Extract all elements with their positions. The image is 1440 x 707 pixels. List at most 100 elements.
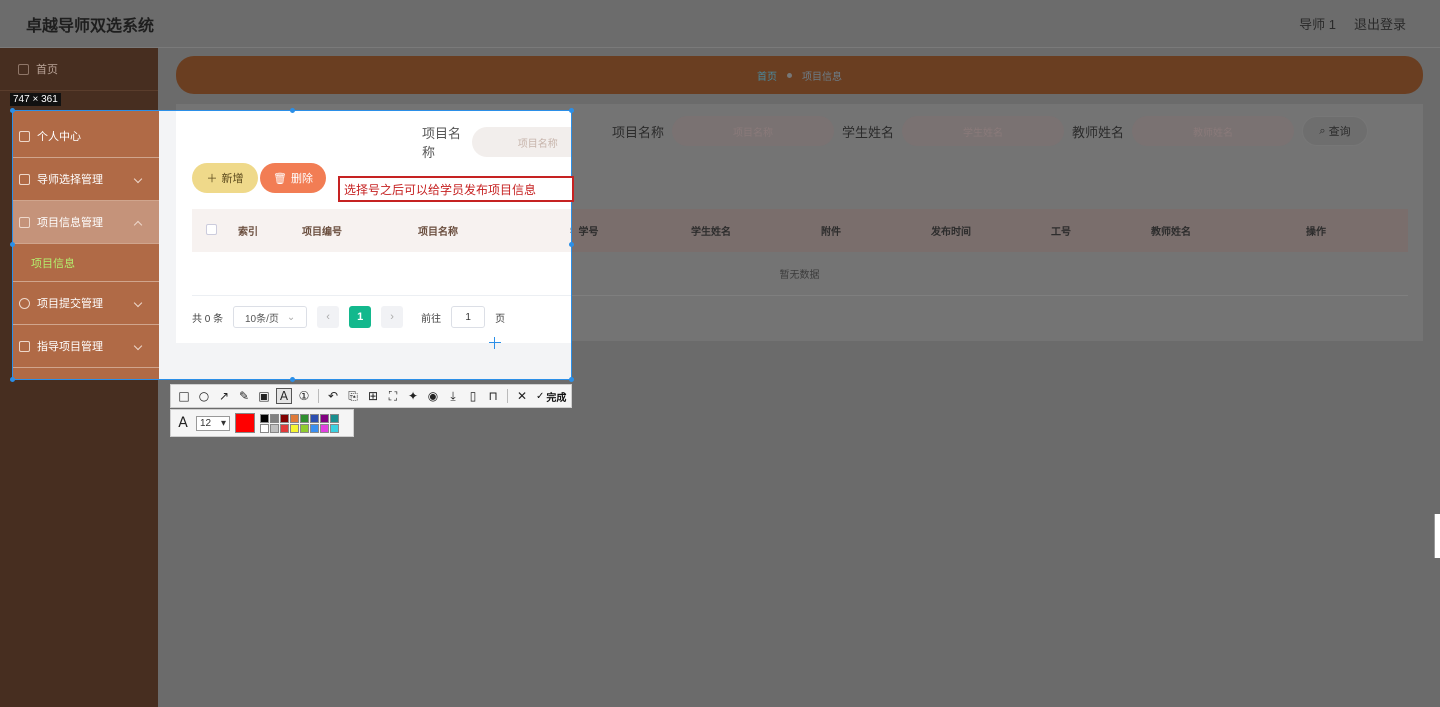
mail-icon <box>19 173 30 185</box>
translate-icon[interactable]: ⊞ <box>365 388 381 404</box>
resize-handle-n[interactable] <box>290 108 295 113</box>
arrow-tool-icon[interactable]: ↗ <box>216 388 232 404</box>
font-size-select[interactable]: 12 ▾ <box>196 415 230 431</box>
color-swatch[interactable] <box>310 423 319 433</box>
column-header-staff-no[interactable]: 工号 <box>1011 223 1111 238</box>
color-swatch[interactable] <box>290 423 299 433</box>
phone-icon[interactable]: ▯ <box>465 388 481 404</box>
pin-icon[interactable]: ✦ <box>405 388 421 404</box>
column-header-publish-time[interactable]: 发布时间 <box>891 223 1011 238</box>
resize-handle-w[interactable] <box>10 242 15 247</box>
breadcrumb-separator-icon <box>787 72 792 78</box>
check-icon: ✓ <box>536 390 545 402</box>
column-header-student-name[interactable]: 学生姓名 <box>651 223 771 238</box>
text-tool-icon[interactable]: A <box>276 388 292 404</box>
user-name[interactable]: 导师 1 <box>1299 14 1336 33</box>
scrollbar-thumb[interactable] <box>1434 514 1440 558</box>
prev-page-button[interactable]: ‹ <box>317 306 340 328</box>
sidebar-item-mentor-selection[interactable]: 导师选择管理 <box>13 158 159 201</box>
delete-button[interactable]: 🗑 删除 <box>260 163 326 193</box>
sidebar-item-project-submission[interactable]: 项目提交管理 <box>13 282 159 325</box>
resize-handle-se[interactable] <box>569 377 574 382</box>
breadcrumb-current: 项目信息 <box>802 71 842 83</box>
color-swatch[interactable] <box>310 413 319 423</box>
toolbar-divider <box>318 389 319 403</box>
font-size-value: 12 <box>200 417 212 429</box>
ocr-icon[interactable]: ⎘ <box>345 388 361 404</box>
resize-handle-ne[interactable] <box>569 108 574 113</box>
column-header-teacher-name[interactable]: 教师姓名 <box>1111 223 1231 238</box>
color-swatch[interactable] <box>280 413 289 423</box>
column-header-project-no[interactable]: 项目编号 <box>266 223 378 238</box>
breadcrumb-home[interactable]: 首页 <box>757 68 777 83</box>
add-button[interactable]: ＋ 新增 <box>192 163 258 193</box>
add-button-label: 新增 <box>221 173 244 185</box>
resize-handle-nw[interactable] <box>10 108 15 113</box>
color-swatch[interactable] <box>280 423 289 433</box>
app-title: 卓越导师双选系统 <box>26 17 155 35</box>
resize-handle-s[interactable] <box>290 377 295 382</box>
search-button[interactable]: ⌕ 查询 <box>1302 116 1368 146</box>
sidebar-item-label: 导师选择管理 <box>37 174 103 186</box>
color-swatch[interactable] <box>270 423 279 433</box>
capture-toolbar: □ ○ ↗ ✎ ▣ A ① ↶ ⎘ ⊞ ⛶ ✦ ◉ ⤓ ▯ ⊓ ✕ ✓ 完成 <box>170 384 572 408</box>
project-name-input[interactable]: 项目名称 <box>671 116 834 146</box>
project-name-label: 项目名称 <box>611 124 664 140</box>
color-swatch[interactable] <box>330 413 339 423</box>
mosaic-tool-icon[interactable]: ▣ <box>256 388 272 404</box>
color-swatch[interactable] <box>290 413 299 423</box>
download-icon[interactable]: ⤓ <box>445 388 461 404</box>
pen-tool-icon[interactable]: ✎ <box>236 388 252 404</box>
student-name-input[interactable]: 学生姓名 <box>901 116 1064 146</box>
ellipse-tool-icon[interactable]: ○ <box>196 388 212 404</box>
sidebar-item-home[interactable]: 首页 <box>0 48 158 91</box>
resize-handle-sw[interactable] <box>10 377 15 382</box>
goto-page-input[interactable]: 1 <box>451 306 486 328</box>
column-header-project-name[interactable]: 项目名称 <box>378 223 498 238</box>
current-page-button[interactable]: 1 <box>349 306 372 328</box>
sidebar-item-project-info[interactable]: 项目信息 <box>13 244 159 282</box>
logout-link[interactable]: 退出登录 <box>1354 14 1406 33</box>
page-size-select[interactable]: 10条/页 ⌄ <box>233 306 308 328</box>
next-page-button[interactable]: › <box>381 306 404 328</box>
color-swatch[interactable] <box>270 413 279 423</box>
long-screenshot-icon[interactable]: ⛶ <box>385 388 401 404</box>
project-name-label: 项目名称 <box>422 126 462 160</box>
teacher-name-input[interactable]: 教师姓名 <box>1132 116 1294 146</box>
sidebar-item-guided-projects[interactable]: 指导项目管理 <box>13 325 159 368</box>
pagination: 共 0 条 10条/页 ⌄ ‹ 1 › 前往 1 页 <box>192 306 505 328</box>
breadcrumb: 首页 项目信息 <box>176 56 1423 94</box>
student-name-label: 学生姓名 <box>841 124 894 140</box>
color-swatch[interactable] <box>320 423 329 433</box>
select-all-checkbox[interactable] <box>205 223 217 235</box>
color-swatch[interactable] <box>300 413 309 423</box>
page-size-value: 10条/页 <box>244 313 279 325</box>
sidebar-item-label: 项目提交管理 <box>37 298 103 310</box>
project-name-input[interactable]: 项目名称 <box>472 127 571 157</box>
plus-icon: ＋ <box>206 173 218 185</box>
record-icon[interactable]: ◉ <box>425 388 441 404</box>
captured-sidebar: 个人中心 导师选择管理 项目信息管理 项目信息 项目提交管理 指导项目管理 <box>13 111 159 379</box>
rectangle-tool-icon[interactable]: □ <box>176 388 192 404</box>
folder-icon <box>19 216 30 228</box>
undo-icon[interactable]: ↶ <box>325 388 341 404</box>
capture-selection[interactable]: 个人中心 导师选择管理 项目信息管理 项目信息 项目提交管理 指导项目管理 项目… <box>12 110 572 380</box>
done-button[interactable]: ✓ 完成 <box>536 389 566 404</box>
color-swatch[interactable] <box>300 423 309 433</box>
sidebar-item-project-info-mgmt[interactable]: 项目信息管理 <box>13 201 159 244</box>
color-swatch[interactable] <box>330 423 339 433</box>
sidebar-item-profile[interactable]: 个人中心 <box>13 115 159 158</box>
color-swatch[interactable] <box>260 423 269 433</box>
close-icon[interactable]: ✕ <box>514 388 530 404</box>
column-header-student-no[interactable]: 学号 <box>498 223 571 238</box>
number-tool-icon[interactable]: ① <box>296 388 312 404</box>
trash-icon: 🗑 <box>273 172 287 185</box>
column-header-attachment[interactable]: 附件 <box>771 223 891 238</box>
resize-handle-e[interactable] <box>569 242 574 247</box>
current-color-swatch[interactable] <box>235 413 255 433</box>
color-swatch[interactable] <box>260 413 269 423</box>
list-icon <box>19 340 30 352</box>
text-annotation[interactable]: 选择号之后可以给学员发布项目信息 <box>338 176 574 202</box>
bookmark-icon[interactable]: ⊓ <box>485 388 501 404</box>
color-swatch[interactable] <box>320 413 329 423</box>
